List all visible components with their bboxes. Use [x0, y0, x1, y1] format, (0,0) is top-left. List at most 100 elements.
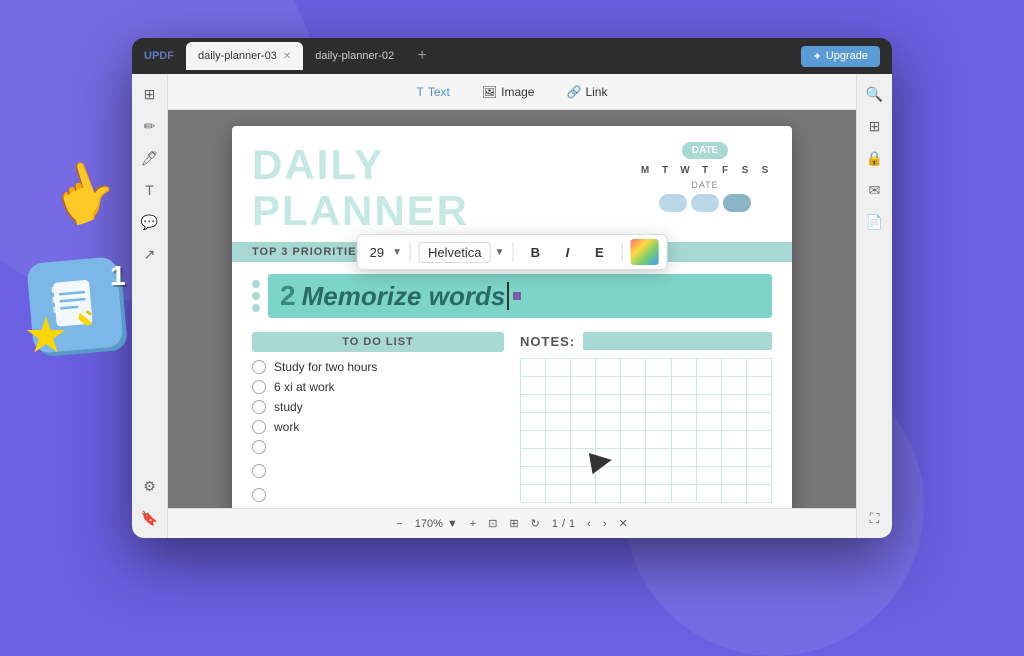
tab-planner-02[interactable]: daily-planner-02: [303, 42, 406, 70]
notes-cell: [646, 413, 671, 431]
cloud-icon-1: [659, 194, 687, 212]
notes-cell: [546, 377, 571, 395]
zoom-out-button[interactable]: −: [396, 518, 402, 530]
right-expand-icon[interactable]: ⛶: [863, 506, 887, 530]
right-grid-icon[interactable]: ⊞: [863, 114, 887, 138]
tab-close-1[interactable]: ✕: [283, 51, 291, 62]
doc-canvas[interactable]: DAILY PLANNER DATE M T W T F S: [168, 110, 856, 508]
image-tool-label: Image: [501, 85, 534, 99]
tab-add-button[interactable]: +: [410, 44, 434, 68]
notes-bar: [583, 332, 772, 350]
prev-page-button[interactable]: ‹: [587, 518, 591, 530]
fit-width-button[interactable]: ⊡: [488, 517, 497, 530]
right-mail-icon[interactable]: ✉: [863, 178, 887, 202]
italic-button[interactable]: I: [553, 239, 581, 265]
page-current: 1: [552, 518, 558, 530]
weather-icons: [659, 194, 751, 212]
notes-cell: [546, 467, 571, 485]
notes-cell: [596, 395, 621, 413]
days-row: M T W T F S S: [638, 165, 772, 176]
notes-cell: [671, 467, 696, 485]
day-s2: S: [758, 165, 772, 176]
planner-title-line1: DAILY: [252, 142, 469, 188]
font-size-arrow[interactable]: ▼: [392, 247, 402, 258]
notes-cell: [571, 467, 596, 485]
planner-title: DAILY PLANNER: [252, 142, 469, 234]
notes-cell: [546, 431, 571, 449]
notes-cell: [696, 431, 721, 449]
upgrade-star-icon: ✦: [813, 50, 822, 63]
sidebar-settings-icon[interactable]: ⚙: [138, 474, 162, 498]
toolbar-image[interactable]: 🖼 Image: [474, 81, 543, 103]
sidebar-edit-icon[interactable]: ✏: [138, 114, 162, 138]
notes-cell: [621, 413, 646, 431]
right-search-icon[interactable]: 🔍: [863, 82, 887, 106]
upgrade-button[interactable]: ✦ Upgrade: [801, 46, 880, 67]
status-bar: − 170% ▼ + ⊡ ⊞ ↻ 1 / 1 ‹ ›: [168, 508, 856, 538]
left-sidebar: ⊞ ✏ 🖊 T 💬 ↗ ⚙ 🔖: [132, 74, 168, 538]
zoom-in-icon: +: [470, 518, 476, 530]
bullet-dot-2: [252, 292, 260, 300]
bullet-dot-1: [252, 280, 260, 288]
align-button[interactable]: E: [585, 239, 613, 265]
app-logo: UPDF: [144, 50, 174, 62]
notes-cell: [621, 485, 646, 503]
toolbar-link[interactable]: 🔗 Link: [558, 81, 615, 103]
right-doc-icon[interactable]: 📄: [863, 210, 887, 234]
notes-cell: [646, 359, 671, 377]
rotate-button[interactable]: ↻: [531, 517, 540, 530]
notes-cell: [671, 485, 696, 503]
notes-cell: [696, 413, 721, 431]
sidebar-share-icon[interactable]: ↗: [138, 242, 162, 266]
notes-cell: [521, 431, 546, 449]
notes-cell: [621, 467, 646, 485]
color-picker-button[interactable]: [630, 239, 658, 265]
notes-cell: [671, 413, 696, 431]
notes-cell: [721, 449, 746, 467]
close-status-button[interactable]: ✕: [619, 517, 628, 530]
right-lock-icon[interactable]: 🔒: [863, 146, 887, 170]
memorize-text-box[interactable]: 2 Memorize words: [268, 274, 772, 318]
todo-circle-3: [252, 400, 266, 414]
notes-cell: [546, 395, 571, 413]
upgrade-label: Upgrade: [826, 50, 868, 62]
page-total: 1: [569, 518, 575, 530]
notes-cell: [621, 449, 646, 467]
notes-cell: [671, 377, 696, 395]
sidebar-pen-icon[interactable]: 🖊: [138, 146, 162, 170]
notes-cell: [621, 359, 646, 377]
zoom-level[interactable]: 170% ▼: [415, 518, 458, 530]
notes-cell: [596, 467, 621, 485]
fit-page-button[interactable]: ⊞: [509, 517, 518, 530]
notes-cell: [721, 359, 746, 377]
notes-cell: [546, 485, 571, 503]
notes-cell: [571, 395, 596, 413]
notes-row: [521, 431, 772, 449]
tab-planner-03[interactable]: daily-planner-03 ✕: [186, 42, 303, 70]
notes-cell: [746, 413, 771, 431]
next-page-button[interactable]: ›: [603, 518, 607, 530]
sidebar-bookmark-icon[interactable]: 🔖: [138, 506, 162, 530]
sidebar-text-icon[interactable]: T: [138, 178, 162, 202]
font-dropdown-arrow[interactable]: ▼: [494, 247, 504, 258]
todo-item-3: study: [252, 400, 504, 414]
sidebar-comment-icon[interactable]: 💬: [138, 210, 162, 234]
notes-cell: [696, 449, 721, 467]
toolbar-text[interactable]: T Text: [409, 81, 458, 103]
lower-section: TO DO LIST Study for two hours 6 xi at w…: [232, 324, 792, 508]
font-size-value: 29: [366, 243, 388, 262]
notes-row: [521, 413, 772, 431]
sidebar-home-icon[interactable]: ⊞: [138, 82, 162, 106]
notes-grid: [520, 358, 772, 503]
bold-button[interactable]: B: [521, 239, 549, 265]
notes-cell: [721, 395, 746, 413]
notes-column: NOTES:: [520, 332, 772, 508]
zoom-in-button[interactable]: +: [470, 518, 476, 530]
todo-header: TO DO LIST: [252, 332, 504, 352]
notes-cell: [646, 467, 671, 485]
right-sidebar: 🔍 ⊞ 🔒 ✉ 📄 ⛶: [856, 74, 892, 538]
font-name-selector[interactable]: Helvetica: [419, 242, 490, 263]
selection-handle: [513, 292, 521, 300]
notes-cell: [596, 449, 621, 467]
notes-cell: [571, 449, 596, 467]
